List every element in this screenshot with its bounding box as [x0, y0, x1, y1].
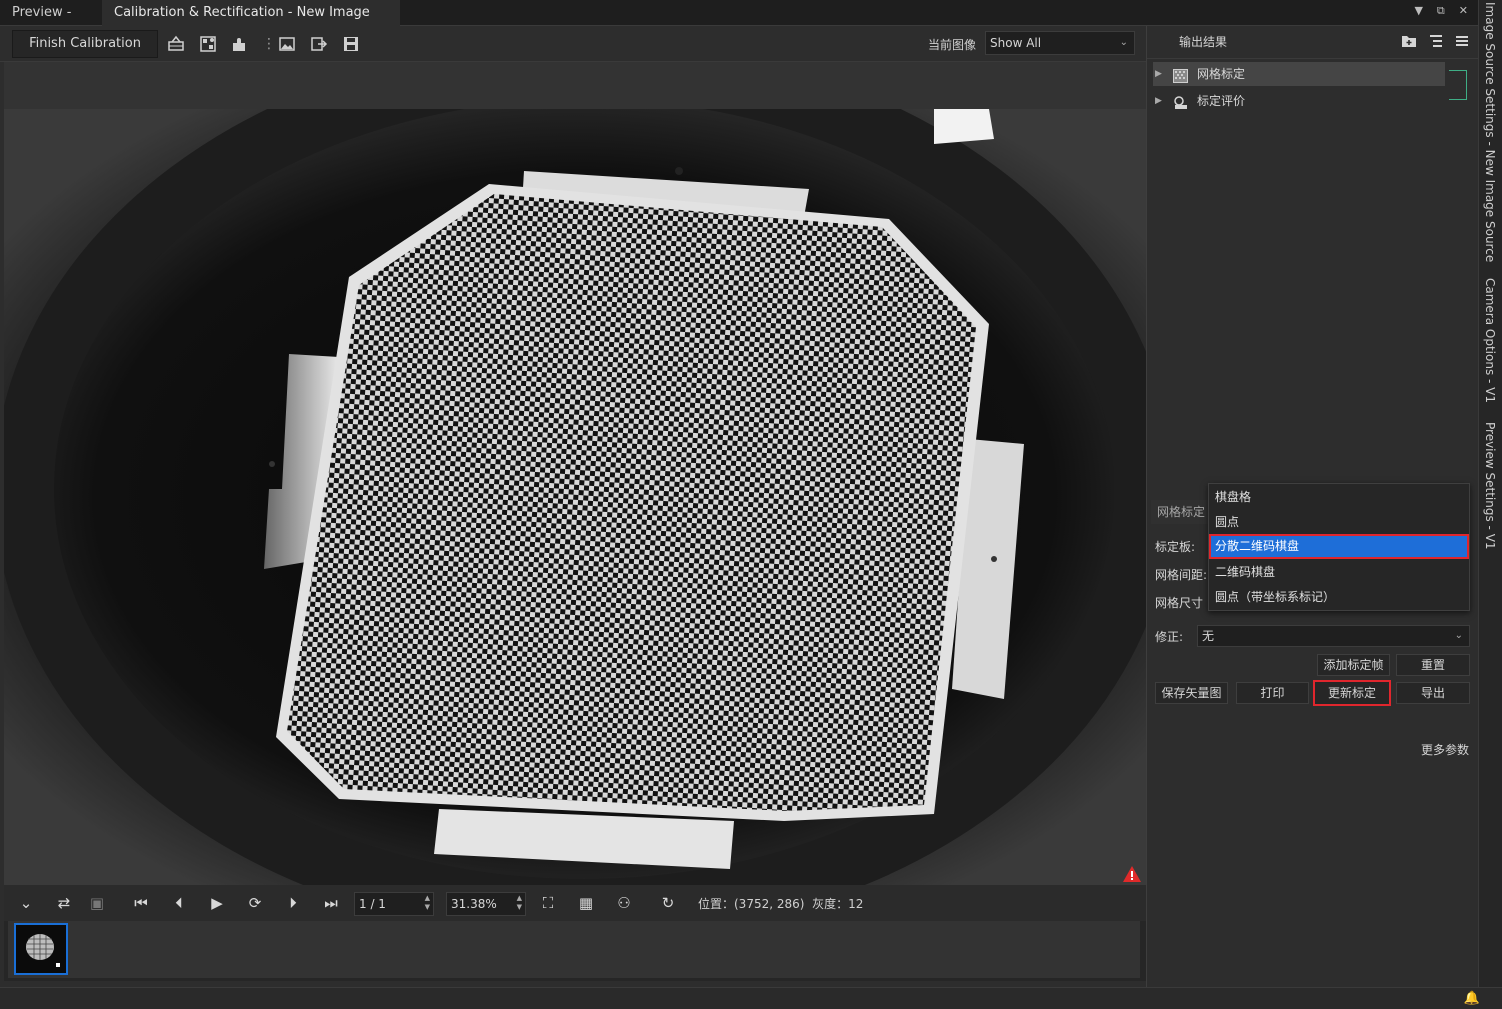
calibration-image: [4, 109, 1146, 885]
dropdown-option[interactable]: 棋盘格: [1209, 485, 1469, 510]
dropdown-option[interactable]: 二维码棋盘: [1209, 560, 1469, 585]
play-icon[interactable]: ▶: [207, 893, 227, 913]
pixel-status: 位置：(3752, 286) 灰度：12: [698, 897, 864, 911]
loop-icon[interactable]: ⟳: [245, 893, 265, 913]
tab-calibration[interactable]: Calibration & Rectification - New Image …: [102, 0, 400, 46]
frame-value: 1 / 1: [359, 897, 386, 911]
window-controls: ▼ ⧉ ✕: [1414, 4, 1468, 18]
thumbnail-image: [16, 925, 66, 973]
swap-icon[interactable]: ⇄: [54, 893, 74, 913]
puzzle-icon[interactable]: [231, 35, 249, 53]
dropdown-option[interactable]: 圆点（带坐标系标记）: [1209, 585, 1469, 610]
tree-item-grid-calibration[interactable]: ▶ 网格标定: [1153, 62, 1445, 86]
tree-item-calibration-evaluation[interactable]: ▶ 标定评价: [1153, 89, 1445, 113]
grid-calibration-icon: [1173, 67, 1188, 83]
thumbnail-strip-inner: [8, 921, 1140, 978]
dropdown-option[interactable]: 圆点: [1209, 510, 1469, 535]
print-button[interactable]: 打印: [1236, 682, 1309, 704]
side-tab-image-source-settings[interactable]: Image Source Settings - New Image Source: [1483, 2, 1497, 262]
spacing-label: 网格间距:: [1155, 568, 1208, 582]
collapse-down-icon[interactable]: ⌄: [16, 893, 36, 913]
panel-title: 输出结果: [1179, 35, 1228, 49]
save-icon[interactable]: [342, 35, 360, 53]
image-icon[interactable]: [278, 35, 296, 53]
bell-icon[interactable]: 🔔: [1464, 991, 1480, 1006]
side-tab-preview-settings[interactable]: Preview Settings - V1: [1483, 422, 1497, 550]
tree-item-label: 标定评价: [1197, 94, 1246, 108]
playback-bar: ⌄ ⇄ ▣ ⏮ ⏴ ▶ ⟳ ⏵ ⏭ 1 / 1 ▲ ▼ 31.38% ▲ ▼ ⛶ ▦…: [4, 885, 1146, 921]
document-tab-bar: Preview - V1 Calibration & Rectification…: [0, 0, 1478, 46]
side-panel-tabs: Image Source Settings - New Image Source…: [1478, 0, 1502, 987]
add-frame-button[interactable]: 添加标定帧: [1317, 654, 1390, 676]
current-image-label: 当前图像: [928, 38, 977, 52]
calibration-board-icon[interactable]: [167, 35, 185, 53]
calibration-toolbar: Finish Calibration ⋮ 当前图像 Show All ⌄: [0, 26, 1146, 62]
panel-tools: [1401, 34, 1469, 52]
expand-triangle-icon[interactable]: ▶: [1155, 89, 1162, 113]
reset-button[interactable]: 重置: [1396, 654, 1470, 676]
rotate-icon[interactable]: ↻: [658, 893, 678, 913]
previous-frame-icon[interactable]: ⏴: [169, 893, 189, 913]
export-button[interactable]: 导出: [1396, 682, 1470, 704]
first-frame-icon[interactable]: ⏮: [131, 893, 151, 913]
dropdown-option-selected[interactable]: 分散二维码棋盘: [1209, 534, 1469, 559]
chevron-down-icon: ⌄: [1454, 630, 1463, 641]
add-folder-icon[interactable]: [1401, 34, 1417, 52]
tab-preview[interactable]: Preview - V1: [0, 0, 102, 46]
toolbar-separator: ⋮: [262, 36, 276, 52]
tree-list-icon[interactable]: [1429, 34, 1443, 52]
export-icon[interactable]: [310, 35, 328, 53]
next-frame-icon[interactable]: ⏵: [283, 893, 303, 913]
restore-icon[interactable]: ⧉: [1437, 4, 1445, 18]
warning-icon[interactable]: [1122, 865, 1142, 883]
update-calibration-button[interactable]: 更新标定: [1313, 680, 1391, 706]
status-bar: 🔔: [0, 987, 1502, 1009]
channels-icon[interactable]: ⚇: [614, 893, 634, 913]
expand-triangle-icon[interactable]: ▶: [1155, 62, 1162, 86]
zoom-spinbox[interactable]: 31.38% ▲ ▼: [446, 892, 526, 916]
correction-label: 修正:: [1155, 630, 1184, 644]
grid-view-icon[interactable]: ▦: [576, 893, 596, 913]
current-image-value: Show All: [990, 36, 1042, 50]
dropdown-arrow-icon[interactable]: ▼: [1414, 4, 1422, 18]
grid-detect-icon[interactable]: [199, 35, 217, 53]
fit-screen-icon[interactable]: ⛶: [538, 893, 558, 913]
thumbnail-item[interactable]: [14, 923, 68, 975]
image-viewer[interactable]: [4, 109, 1146, 885]
link-bracket-icon: [1449, 70, 1467, 100]
frame-spinbox[interactable]: 1 / 1 ▲ ▼: [354, 892, 434, 916]
menu-icon[interactable]: [1455, 34, 1469, 52]
tree-item-label: 网格标定: [1197, 67, 1246, 81]
zoom-value: 31.38%: [451, 897, 497, 911]
current-image-select[interactable]: Show All ⌄: [985, 31, 1135, 55]
side-tab-camera-options[interactable]: Camera Options - V1: [1483, 278, 1497, 403]
board-type-dropdown: 棋盘格 圆点 分散二维码棋盘 二维码棋盘 圆点（带坐标系标记）: [1208, 483, 1470, 611]
board-label: 标定板:: [1155, 540, 1196, 554]
gallery-icon[interactable]: ▣: [87, 893, 107, 913]
size-label: 网格尺寸: [1155, 596, 1204, 610]
spin-arrows-icon[interactable]: ▲ ▼: [517, 894, 522, 912]
more-params-link[interactable]: 更多参数: [1421, 741, 1469, 758]
last-frame-icon[interactable]: ⏭: [321, 893, 341, 913]
spin-arrows-icon[interactable]: ▲ ▼: [425, 894, 430, 912]
viewer-header-area: [4, 62, 1146, 109]
correction-value: 无: [1202, 629, 1215, 643]
save-vector-button[interactable]: 保存矢量图: [1155, 682, 1228, 704]
panel-header: 输出结果: [1147, 26, 1479, 59]
finish-calibration-button[interactable]: Finish Calibration: [12, 30, 158, 58]
close-icon[interactable]: ✕: [1459, 4, 1468, 18]
evaluation-icon: [1173, 94, 1188, 109]
correction-select[interactable]: 无 ⌄: [1197, 625, 1470, 647]
chevron-down-icon: ⌄: [1119, 37, 1128, 48]
thumbnail-strip: [4, 921, 1146, 981]
tab-grid-calibration[interactable]: 网格标定: [1151, 500, 1211, 524]
